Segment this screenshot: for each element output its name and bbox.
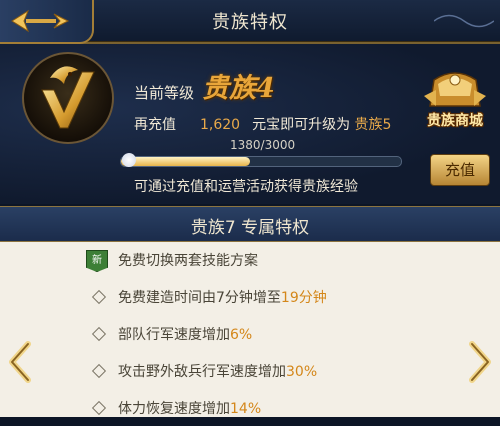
privilege-value: 6% (230, 327, 253, 343)
chevron-right-icon[interactable] (468, 340, 494, 384)
diamond-bullet-icon (91, 289, 107, 305)
recharge-requirement: 再充值 1,620 元宝即可升级为 贵族5 (134, 114, 391, 134)
privilege-value: 14% (230, 401, 262, 417)
privilege-item: 体力恢复速度增加14% (0, 396, 500, 426)
privilege-text: 攻击野外敌兵行军速度增加 (118, 364, 286, 380)
shop-label: 贵族商城 (427, 113, 483, 129)
privilege-text: 免费切换两套技能方案 (118, 253, 258, 269)
recharge-amount: 1,620 (200, 117, 241, 133)
diamond-bullet-icon (91, 400, 107, 416)
privilege-section-header: 贵族7 专属特权 (0, 206, 500, 242)
diamond-bullet-icon (91, 363, 107, 379)
experience-progress-fill (121, 157, 250, 166)
ornament-icon (434, 14, 494, 28)
privilege-text: 体力恢复速度增加 (118, 401, 230, 417)
back-button[interactable] (0, 0, 94, 44)
chevron-left-icon[interactable] (6, 340, 32, 384)
privilege-section-title: 贵族7 专属特权 (190, 218, 310, 238)
current-level-value: 贵族4 (202, 73, 275, 104)
title-bar: 贵族特权 (0, 0, 500, 44)
dragon-emblem-icon (22, 52, 114, 144)
current-level-label: 当前等级 (134, 84, 195, 102)
experience-hint: 可通过充值和运营活动获得贵族经验 (134, 179, 358, 195)
recharge-prefix: 再充值 (134, 117, 176, 133)
privilege-text: 部队行军速度增加 (118, 327, 230, 343)
diamond-bullet-icon (91, 326, 107, 342)
privilege-item: 新 免费切换两套技能方案 (0, 248, 500, 278)
experience-progress-bar (120, 156, 402, 167)
progress-text: 1380/3000 (230, 138, 296, 152)
privilege-item: 免费建造时间由7分钟增至19分钟 (0, 285, 500, 315)
next-level: 贵族5 (354, 117, 392, 133)
treasure-chest-icon (424, 72, 486, 107)
privilege-item: 攻击野外敌兵行军速度增加30% (0, 359, 500, 389)
progress-knob (122, 153, 136, 167)
privilege-text: 免费建造时间由7分钟增至 (118, 290, 281, 306)
new-badge-icon: 新 (86, 250, 108, 272)
noble-privileges-screen: 贵族特权 当前等级 贵族4 再充值 1,620 元宝即可升级为 贵族5 1380… (0, 0, 500, 417)
recharge-button[interactable]: 充值 (430, 154, 490, 186)
privilege-value: 30% (286, 364, 318, 380)
back-arrow-icon (11, 9, 70, 33)
recharge-suffix: 元宝即可升级为 (252, 117, 351, 133)
privilege-value: 19分钟 (280, 290, 327, 306)
privilege-item: 部队行军速度增加6% (0, 322, 500, 352)
noble-shop-button[interactable]: 贵族商城 (416, 66, 494, 136)
